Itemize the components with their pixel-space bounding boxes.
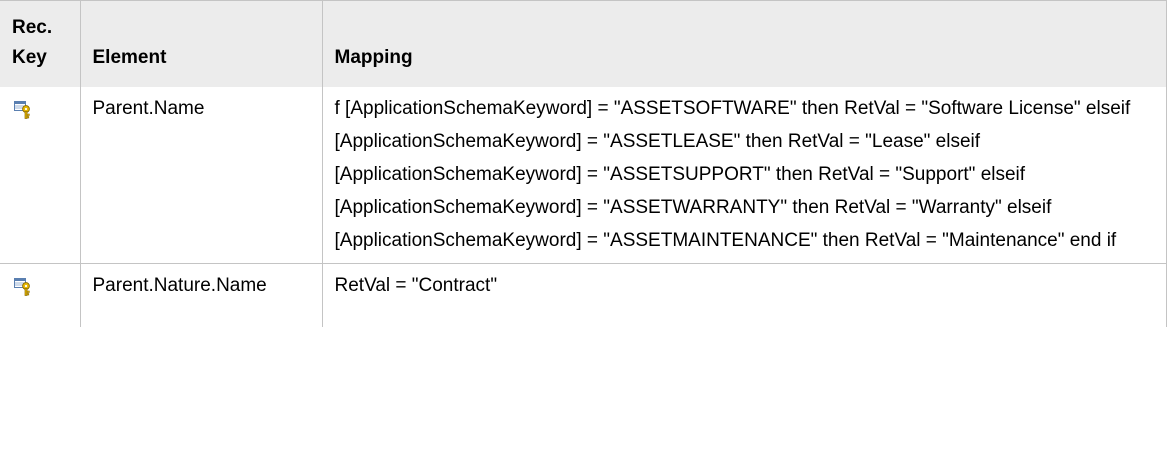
mapping-cell: f [ApplicationSchemaKeyword] = "ASSETSOF…	[321, 87, 1167, 264]
rec-key-cell	[0, 263, 81, 327]
table-row: Parent.Name f [ApplicationSchemaKeyword]…	[0, 87, 1167, 264]
mapping-table-container: Rec. Key Element Mapping Parent.Name f […	[0, 0, 1167, 327]
table-row: Parent.Nature.Name RetVal = "Contract"	[0, 263, 1167, 327]
reconciliation-key-icon	[14, 278, 32, 296]
mapping-cell: RetVal = "Contract"	[321, 263, 1167, 327]
header-mapping: Mapping	[321, 0, 1167, 87]
header-element: Element	[79, 0, 323, 87]
element-cell: Parent.Name	[79, 87, 323, 264]
element-cell: Parent.Nature.Name	[79, 263, 323, 327]
table-body: Parent.Name f [ApplicationSchemaKeyword]…	[0, 87, 1167, 327]
reconciliation-key-icon	[14, 101, 32, 119]
mapping-table: Rec. Key Element Mapping Parent.Name f […	[0, 0, 1167, 327]
table-header: Rec. Key Element Mapping	[0, 0, 1167, 87]
rec-key-cell	[0, 87, 81, 264]
header-rec-key: Rec. Key	[0, 0, 81, 87]
header-row: Rec. Key Element Mapping	[0, 0, 1167, 87]
